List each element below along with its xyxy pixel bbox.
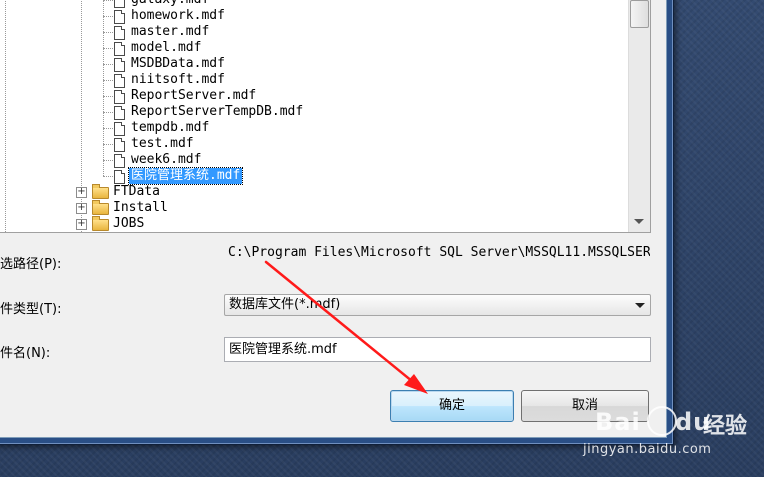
folder-icon <box>92 184 109 199</box>
file-label: galaxy.mdf <box>129 0 211 8</box>
expand-icon[interactable]: + <box>76 203 87 214</box>
file-icon <box>114 0 125 8</box>
locate-database-files-dialog: galaxy.mdf homework.mdf master.mdf model… <box>0 0 667 438</box>
scrollbar-thumb[interactable] <box>630 0 649 28</box>
folder-tree-view[interactable]: galaxy.mdf homework.mdf master.mdf model… <box>0 0 651 233</box>
expand-icon[interactable]: + <box>76 219 87 230</box>
file-label: MSDBData.mdf <box>131 56 225 71</box>
file-label: ReportServerTempDB.mdf <box>131 104 304 119</box>
file-icon <box>114 122 125 136</box>
folder-label: FTData <box>113 184 160 199</box>
folder-icon <box>92 200 109 215</box>
file-icon <box>114 90 125 104</box>
selected-path-field[interactable]: C:\Program Files\Microsoft SQL Server\MS… <box>224 241 650 265</box>
file-type-dropdown[interactable]: 数据库文件(*.mdf) <box>224 294 651 316</box>
file-label: master.mdf <box>131 24 210 39</box>
file-icon <box>114 42 125 56</box>
path-label: 选路径(P): <box>0 257 62 272</box>
file-label: tempdb.mdf <box>131 120 210 135</box>
file-icon <box>114 74 125 88</box>
file-icon <box>114 106 125 120</box>
scroll-down-icon[interactable] <box>634 219 644 224</box>
expand-icon[interactable]: + <box>76 187 87 198</box>
file-type-value: 数据库文件(*.mdf) <box>229 297 341 312</box>
baidu-jingyan-watermark: Bai du 经验 jingyan.baidu.com <box>583 396 763 476</box>
file-label: niitsoft.mdf <box>131 72 225 87</box>
file-type-label: 件类型(T): <box>0 302 62 317</box>
file-icon <box>114 10 125 24</box>
file-icon <box>114 154 125 168</box>
file-label: homework.mdf <box>131 8 225 23</box>
folder-label: Install <box>113 200 168 215</box>
selected-file-label: 医院管理系统.mdf <box>127 167 244 185</box>
watermark-jingyan: 经验 <box>703 414 748 439</box>
tree-vertical-scrollbar[interactable] <box>628 0 650 232</box>
ok-button[interactable]: 确定 <box>390 390 514 422</box>
folder-icon <box>92 216 109 231</box>
file-icon <box>114 138 125 152</box>
file-name-label: 件名(N): <box>0 346 51 361</box>
folder-label: JOBS <box>113 216 145 231</box>
file-icon <box>114 170 125 184</box>
file-label: week6.mdf <box>131 152 202 167</box>
paw-icon <box>647 406 677 436</box>
tree-guide-line <box>103 0 104 176</box>
file-label: model.mdf <box>131 40 202 55</box>
file-icon <box>114 26 125 40</box>
dropdown-arrow-icon[interactable] <box>635 303 645 308</box>
file-label: ReportServer.mdf <box>131 88 257 103</box>
file-name-input[interactable]: 医院管理系统.mdf <box>224 337 651 362</box>
tree-guide-line <box>5 0 6 232</box>
watermark-brand: Bai <box>595 408 641 436</box>
watermark-url: jingyan.baidu.com <box>583 442 712 457</box>
file-label: test.mdf <box>131 136 194 151</box>
file-icon <box>114 58 125 72</box>
